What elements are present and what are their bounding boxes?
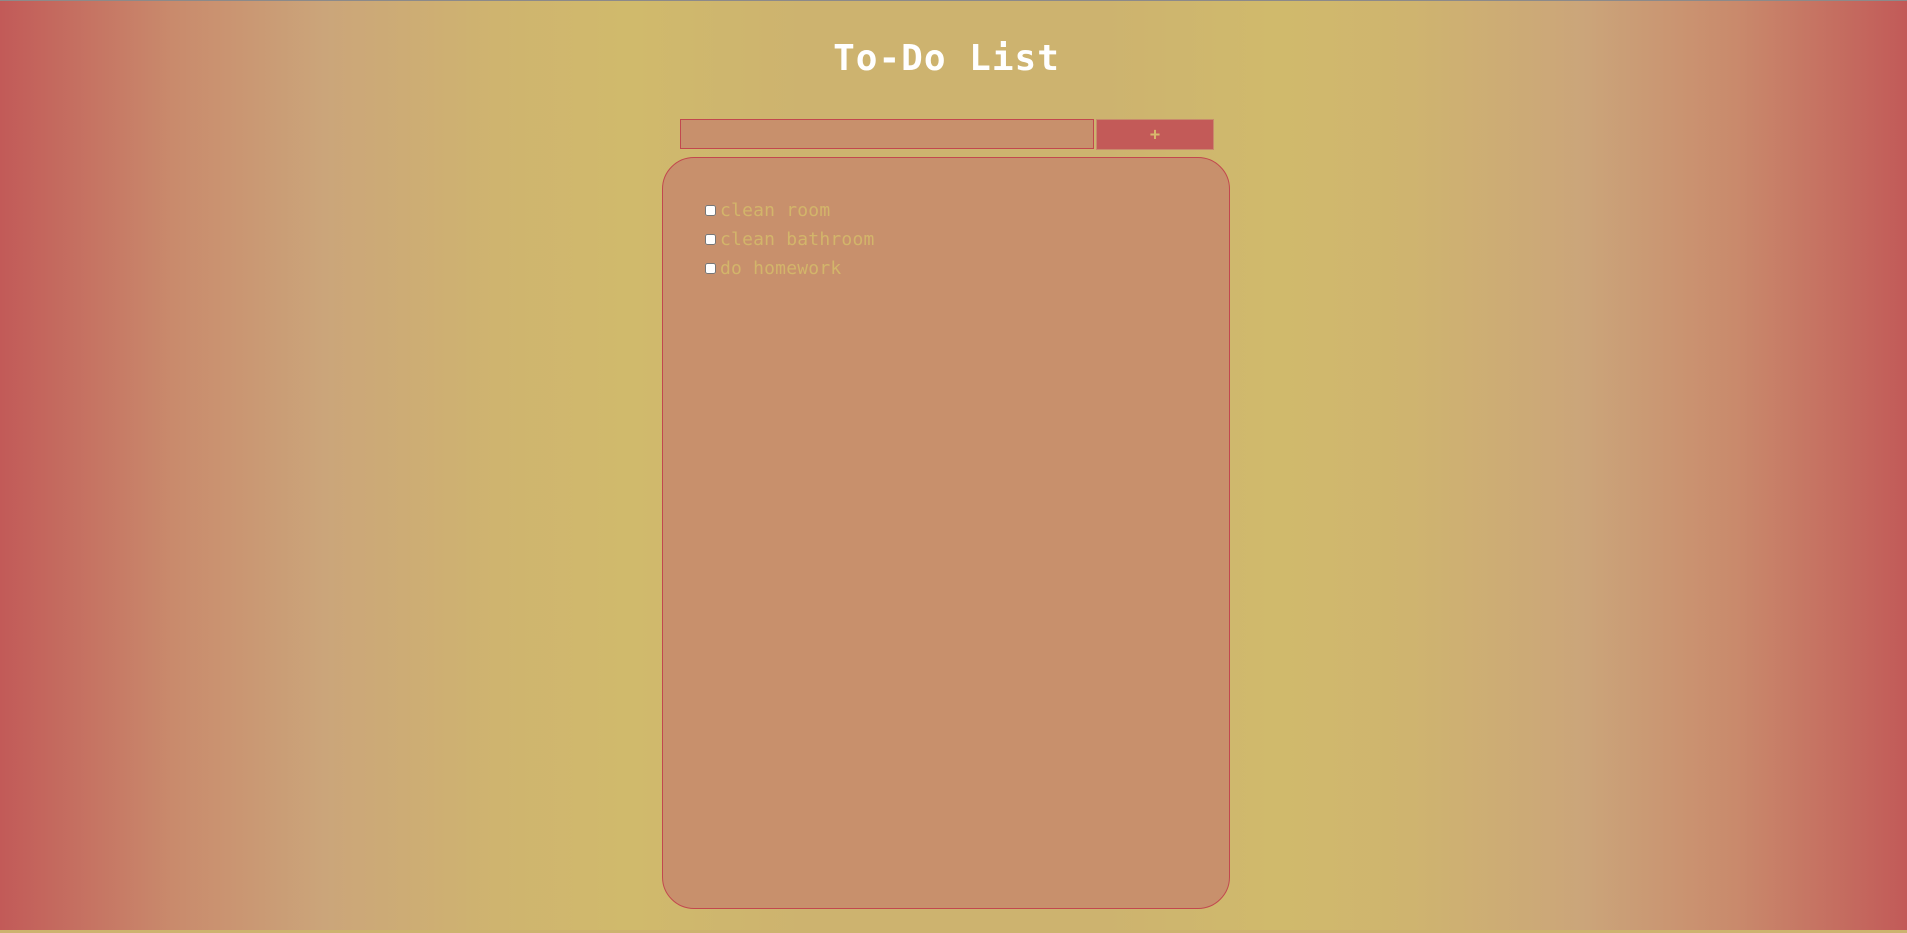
add-task-form: + <box>680 119 1214 151</box>
new-task-input[interactable] <box>680 119 1094 149</box>
list-item: do homework <box>705 254 875 283</box>
todo-checkbox[interactable] <box>705 234 716 245</box>
todo-list: clean room clean bathroom do homework <box>705 196 875 283</box>
list-item: clean room <box>705 196 875 225</box>
todo-checkbox[interactable] <box>705 205 716 216</box>
todo-text: clean bathroom <box>720 229 875 250</box>
todo-checkbox[interactable] <box>705 263 716 274</box>
top-border <box>0 0 1907 1</box>
todo-text: do homework <box>720 258 842 279</box>
list-item: clean bathroom <box>705 225 875 254</box>
todo-list-panel: clean room clean bathroom do homework <box>662 157 1230 909</box>
todo-text: clean room <box>720 200 831 221</box>
add-task-button[interactable]: + <box>1096 119 1214 150</box>
page-title: To-Do List <box>833 38 1060 79</box>
